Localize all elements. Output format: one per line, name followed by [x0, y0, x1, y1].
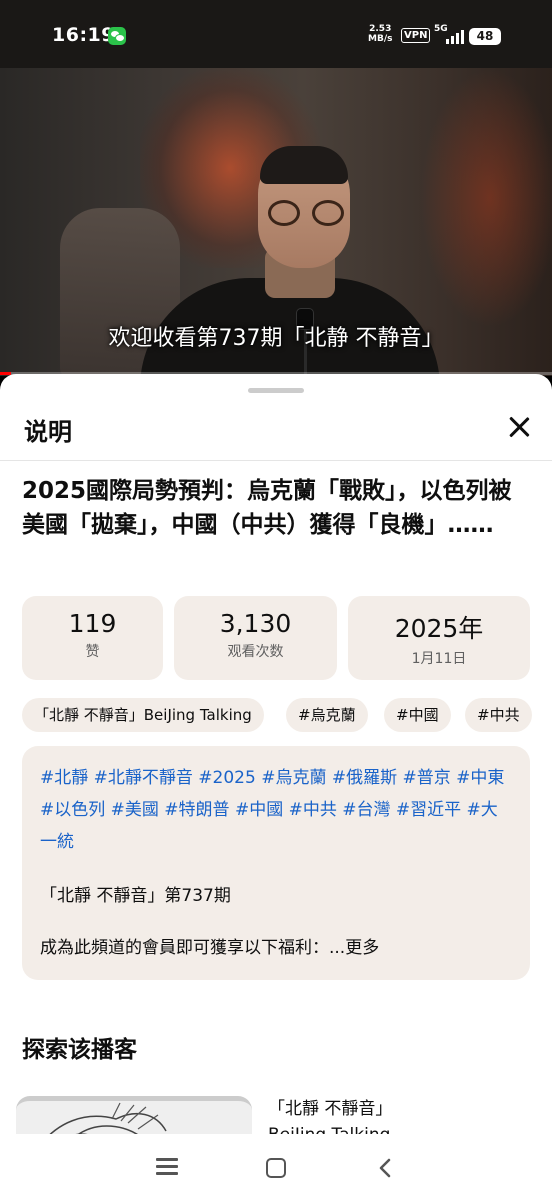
description-episode: 「北靜 不靜音」第737期: [40, 886, 231, 906]
battery-icon: 48: [469, 28, 501, 45]
description-sheet: 说明 2025國際局勢預判：烏克蘭「戰敗」，以色列被美國「拋棄」，中國（中共）獲…: [0, 374, 552, 1200]
divider: [0, 460, 552, 461]
likes-stat: 119 赞: [22, 596, 163, 680]
sheet-title: 说明: [24, 418, 72, 446]
status-time: 16:19: [52, 24, 115, 46]
date-stat: 2025年 1月11日: [348, 596, 530, 680]
description-hashtags[interactable]: #北靜 #北靜不靜音 #2025 #烏克蘭 #俄羅斯 #普京 #中東 #以色列 …: [40, 762, 512, 858]
likes-count: 119: [68, 609, 117, 638]
video-title: 2025國際局勢預判：烏克蘭「戰敗」，以色列被美國「拋棄」，中國（中共）獲得「良…: [22, 478, 512, 538]
video-background-glow-right: [420, 68, 552, 328]
hashtag-chip-china[interactable]: #中國: [384, 698, 451, 732]
explore-podcast-title: 探索该播客: [22, 1037, 137, 1063]
wechat-notification-icon: [108, 27, 126, 45]
likes-label: 赞: [85, 644, 100, 660]
video-person-hair: [260, 146, 348, 184]
description-member-line[interactable]: 成為此頻道的會員即可獲享以下福利：...更多: [40, 936, 379, 960]
video-player[interactable]: 欢迎收看第737期「北静 不静音」: [0, 68, 552, 376]
status-bar: 16:19 2.53 MB/s VPN 5G 48: [0, 0, 552, 68]
video-person-glasses: [268, 200, 348, 226]
drag-handle[interactable]: [248, 388, 304, 393]
publish-date: 1月11日: [411, 651, 467, 667]
views-count: 3,130: [219, 609, 292, 638]
network-speed-unit: MB/s: [368, 34, 393, 44]
home-icon[interactable]: [266, 1158, 286, 1178]
network-speed: 2.53 MB/s: [368, 24, 392, 44]
views-label: 观看次数: [227, 644, 284, 660]
network-speed-value: 2.53: [369, 24, 392, 34]
close-icon[interactable]: [504, 412, 534, 442]
hashtag-chip-ukraine[interactable]: #烏克蘭: [286, 698, 368, 732]
podcast-name-line1: 「北靜 不靜音」: [268, 1099, 393, 1119]
signal-icon: [446, 30, 464, 44]
description-box[interactable]: #北靜 #北靜不靜音 #2025 #烏克蘭 #俄羅斯 #普京 #中東 #以色列 …: [22, 746, 530, 980]
views-stat: 3,130 观看次数: [174, 596, 337, 680]
vpn-badge: VPN: [401, 28, 431, 43]
publish-year: 2025年: [394, 614, 484, 643]
video-subtitle: 欢迎收看第737期「北静 不静音」: [108, 326, 444, 351]
system-nav-bar: [0, 1134, 552, 1200]
channel-chip[interactable]: 「北靜 不靜音」BeiJing Talking: [22, 698, 264, 732]
hashtag-chip-ccp[interactable]: #中共: [465, 698, 532, 732]
back-icon[interactable]: [376, 1158, 396, 1178]
recent-apps-icon[interactable]: [156, 1158, 178, 1176]
